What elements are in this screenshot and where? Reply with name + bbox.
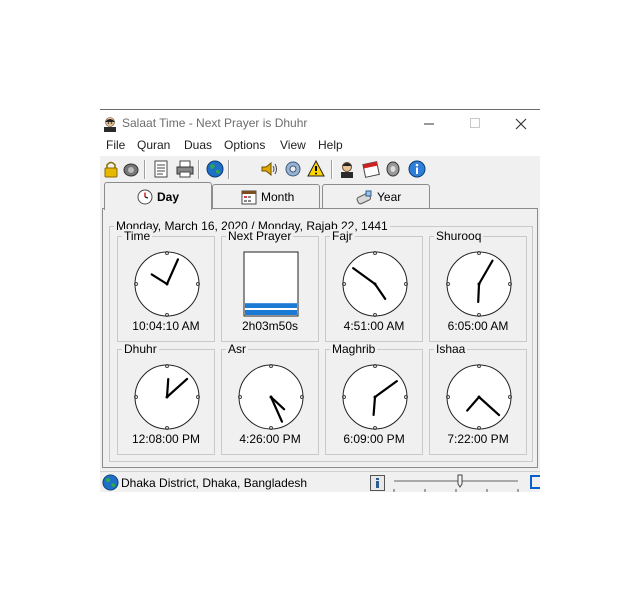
app-icon [104, 117, 116, 132]
close-button[interactable] [498, 110, 540, 137]
prayer-clock-shurooq: Shurooq 6:05:00 AM [429, 229, 527, 342]
notes-icon[interactable] [152, 160, 170, 178]
clock-time-value: 6:09:00 PM [343, 432, 405, 446]
clock-time-value: 7:22:00 PM [447, 432, 509, 446]
clock-time-value: 6:05:00 AM [447, 319, 509, 333]
maximize-button[interactable] [452, 110, 498, 137]
clock-label: Dhuhr [122, 342, 159, 356]
toolbar-separator [331, 160, 333, 179]
clock-label: Ishaa [434, 342, 468, 356]
analog-clock-icon [342, 364, 408, 430]
info-icon[interactable] [408, 160, 426, 178]
clock-time-value: 4:51:00 AM [343, 319, 405, 333]
analog-clock-icon [238, 364, 304, 430]
close-icon [515, 118, 527, 129]
year-scroll-icon [356, 190, 372, 205]
clock-time-value: 2h03m50s [241, 319, 299, 333]
analog-clock-icon [134, 364, 200, 430]
volume-slider-track [393, 474, 519, 492]
warning-icon[interactable] [307, 160, 325, 178]
calendar-icon[interactable] [362, 160, 380, 178]
globe-icon[interactable] [206, 160, 224, 178]
toolbar [100, 157, 540, 182]
tab-year[interactable]: Year [322, 184, 430, 210]
volume-slider[interactable] [392, 474, 520, 492]
clock-label: Fajr [330, 229, 355, 243]
tab-year-label: Year [377, 190, 402, 204]
clock-label: Next Prayer [226, 229, 294, 243]
menu-help[interactable]: Help [318, 138, 343, 152]
prayer-clock-time: Time 10:04:10 AM [117, 229, 215, 342]
analog-clock-icon [446, 364, 512, 430]
tab-day[interactable]: Day [104, 182, 212, 210]
menu-view[interactable]: View [280, 138, 306, 152]
clock-time-value: 12:08:00 PM [131, 432, 201, 446]
month-calendar-icon [241, 190, 257, 205]
window-title: Salaat Time - Next Prayer is Dhuhr [122, 116, 308, 130]
audio-icon[interactable] [385, 160, 403, 178]
globe-icon [102, 474, 119, 491]
menu-file[interactable]: File [106, 138, 125, 152]
title-bar[interactable]: Salaat Time - Next Prayer is Dhuhr [100, 110, 540, 137]
clock-label: Time [122, 229, 153, 243]
settings-icon[interactable] [284, 160, 302, 178]
app-window: Salaat Time - Next Prayer is Dhuhr File … [100, 109, 540, 492]
prayer-clock-asr: Asr 4:26:00 PM [221, 342, 319, 455]
toolbar-separator [144, 160, 146, 179]
day-panel: Monday, March 16, 2020 / Monday, Rajab 2… [102, 208, 538, 468]
analog-clock-icon [342, 251, 408, 317]
lock-icon[interactable] [102, 160, 120, 178]
toolbar-separator [228, 160, 230, 179]
clock-label: Maghrib [330, 342, 378, 356]
print-icon[interactable] [176, 160, 194, 178]
prayer-clock-ishaa: Ishaa 7:22:00 PM [429, 342, 527, 455]
tab-month-label: Month [261, 190, 295, 204]
resize-grip[interactable] [530, 475, 540, 489]
menu-options[interactable]: Options [224, 138, 265, 152]
minimize-button[interactable] [406, 110, 452, 137]
tab-month[interactable]: Month [212, 184, 320, 210]
clock-icon [137, 189, 153, 205]
prayer-clock-fajr: Fajr 4:51:00 AM [325, 229, 423, 342]
menu-duas[interactable]: Duas [184, 138, 212, 152]
clock-label: Asr [226, 342, 248, 356]
clock-time-value: 10:04:10 AM [132, 319, 200, 333]
volume-slider-thumb[interactable] [457, 474, 463, 488]
clock-label: Shurooq [434, 229, 484, 243]
prayer-clock-next-prayer: Next Prayer 2h03m50s [221, 229, 319, 342]
volume-icon[interactable] [260, 160, 278, 178]
hour-hand [165, 377, 170, 399]
menu-quran[interactable]: Quran [137, 138, 170, 152]
status-bar: Dhaka District, Dhaka, Bangladesh [100, 471, 540, 492]
toolbar-separator [198, 160, 200, 179]
prayer-clock-maghrib: Maghrib 6:09:00 PM [325, 342, 423, 455]
countdown-progress [243, 251, 299, 317]
minimize-icon [423, 123, 434, 125]
speaker-icon[interactable] [122, 160, 140, 178]
info-icon[interactable] [370, 475, 385, 491]
tab-day-label: Day [157, 190, 180, 204]
person-icon[interactable] [338, 160, 356, 178]
analog-clock-icon [134, 251, 200, 317]
prayer-clock-dhuhr: Dhuhr 12:08:00 PM [117, 342, 215, 455]
location-text: Dhaka District, Dhaka, Bangladesh [121, 476, 308, 490]
hour-hand [477, 282, 481, 304]
menu-bar: File Quran Duas Options View Help [100, 137, 540, 156]
maximize-icon [469, 118, 480, 128]
analog-clock-icon [446, 251, 512, 317]
clock-time-value: 4:26:00 PM [239, 432, 301, 446]
hour-hand [372, 395, 377, 417]
